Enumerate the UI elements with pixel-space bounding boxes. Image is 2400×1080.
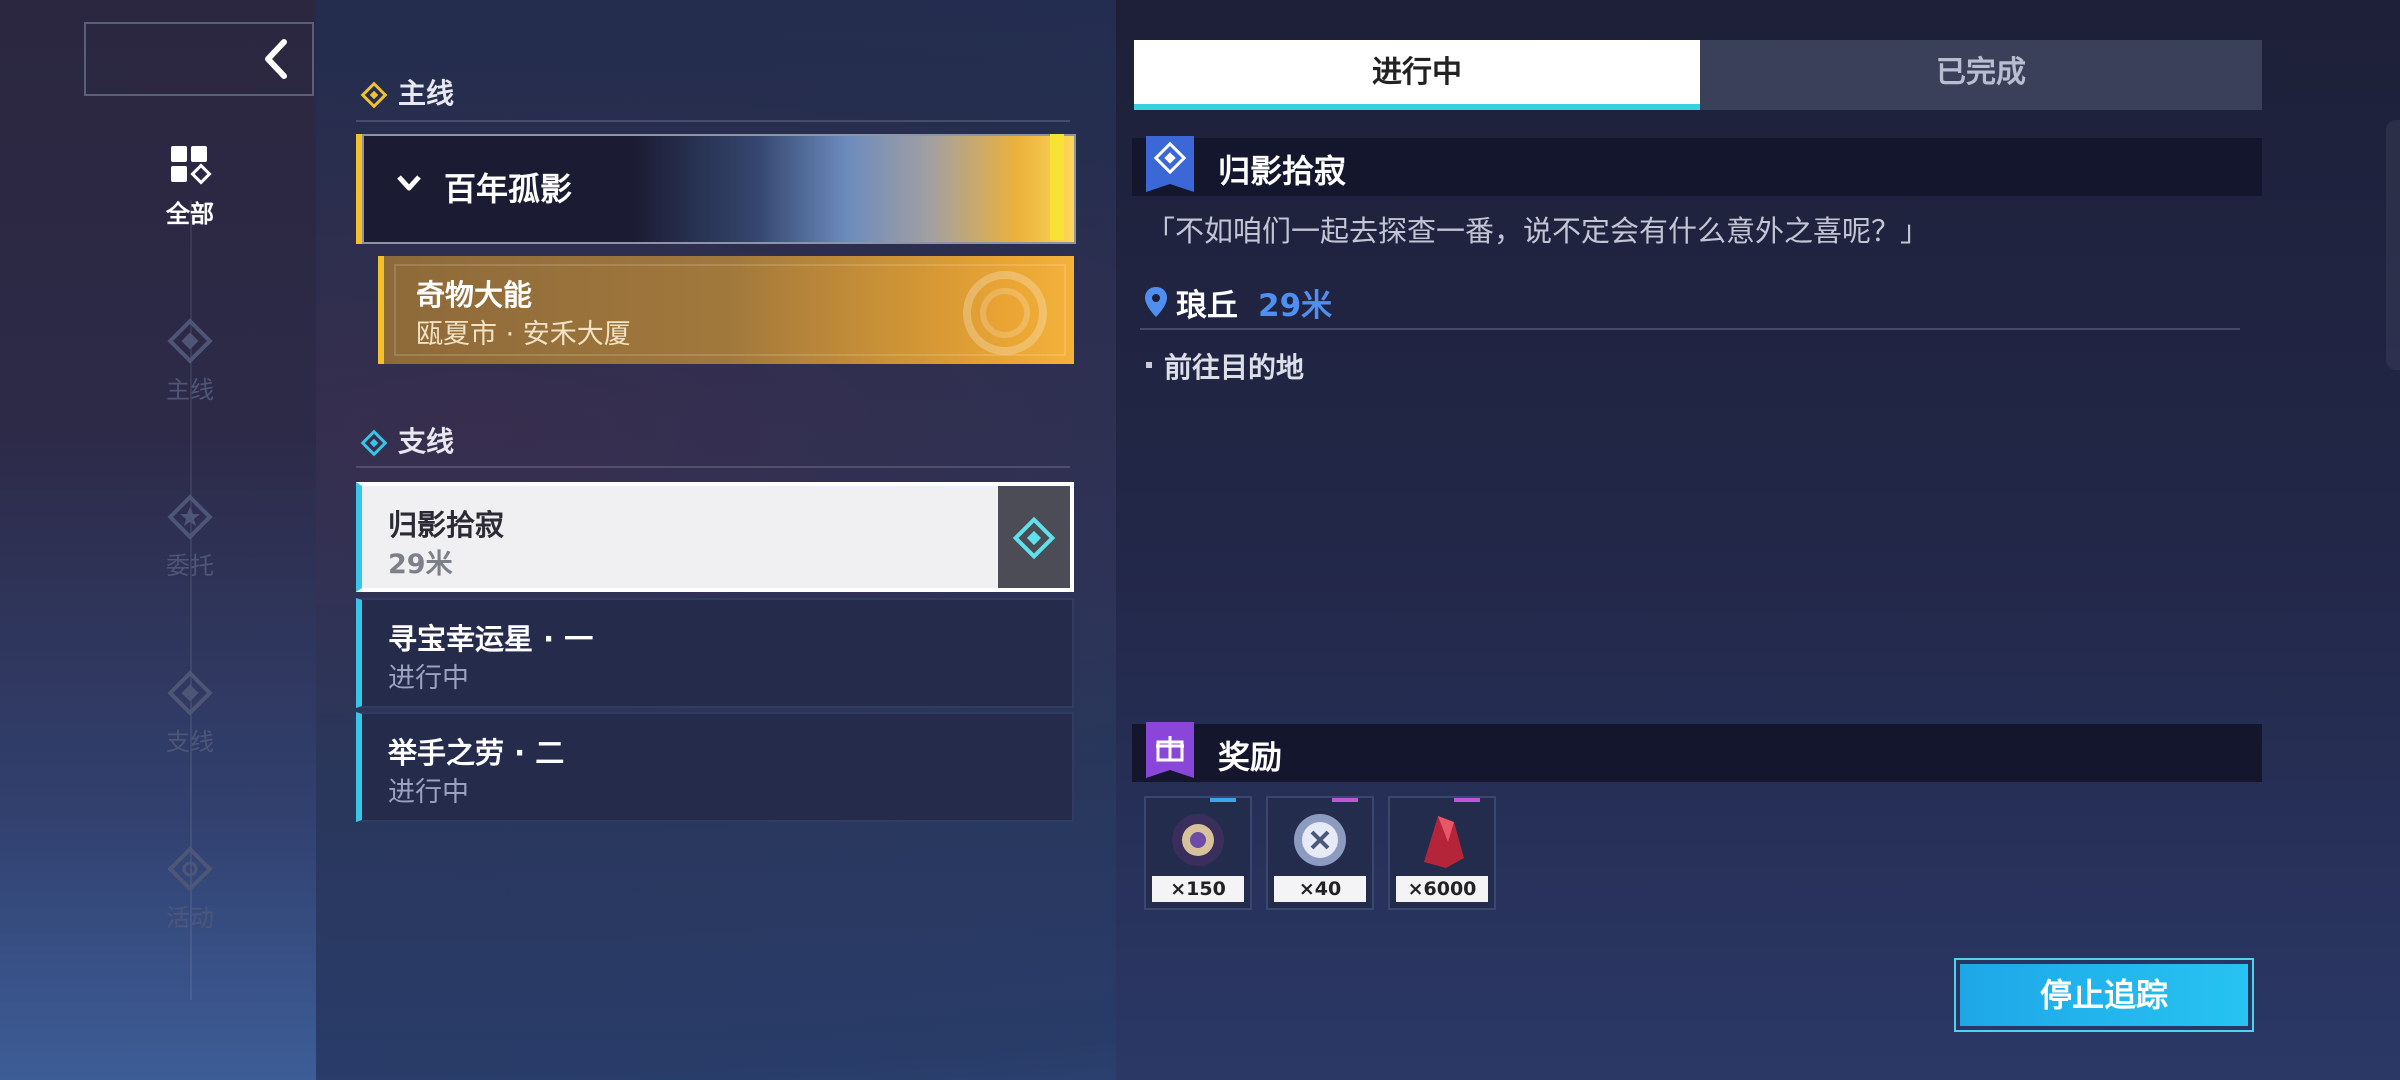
diamond-icon [167,318,213,364]
quest-distance: 29米 [388,549,453,580]
sidebar-item-label: 全部 [166,200,214,228]
quest-location: 瓯夏市 · 安禾大厦 [416,319,631,350]
emblem-icon [963,271,1047,355]
quest-title: 举手之劳 · 二 [388,736,565,770]
section-title: 支线 [398,425,455,458]
chevron-down-icon [397,175,421,191]
bullet-icon [1146,362,1152,368]
category-sidebar: 全部 主线 委托 支线 活动 [0,0,316,1080]
red-crystal-icon [1424,816,1464,868]
sidebar-item-label: 支线 [166,728,214,756]
diamond-icon [167,670,213,716]
divider [1140,328,2240,330]
quest-status: 进行中 [388,777,469,808]
gift-icon [1146,722,1194,778]
quest-detail-title: 归影拾寂 [1218,152,1347,190]
sidebar-item-side[interactable]: 支线 [140,668,240,757]
main-quest-group[interactable]: 百年孤影 [356,134,1076,244]
silver-medal-icon [1294,814,1346,866]
side-quest-item-selected[interactable]: 归影拾寂 29米 [356,482,1074,592]
diamond-icon [360,429,388,457]
sidebar-item-main[interactable]: 主线 [140,316,240,405]
side-quest-item[interactable]: 寻宝幸运星 · 一 进行中 [356,598,1074,708]
sidebar-item-label: 活动 [166,904,214,932]
reward-item[interactable]: ×40 [1266,796,1374,910]
stellar-jade-icon [1172,814,1224,866]
sidebar-item-label: 主线 [166,376,214,404]
panel-drawer-handle[interactable] [2386,120,2400,370]
sidebar-item-commission[interactable]: 委托 [140,492,240,581]
location-name: 琅丘 [1176,288,1238,324]
grid-icon [171,146,212,185]
reward-item[interactable]: ×6000 [1388,796,1496,910]
rewards-title-bar [1132,724,2262,782]
sidebar-item-label: 委托 [166,552,214,580]
location-pin-icon [1145,287,1167,317]
main-quest-item[interactable]: 奇物大能 瓯夏市 · 安禾大厦 [378,256,1074,364]
side-quest-item[interactable]: 举手之劳 · 二 进行中 [356,712,1074,822]
stop-tracking-button[interactable]: 停止追踪 [1954,958,2254,1032]
quest-objective: 前往目的地 [1164,351,1305,384]
quest-title: 寻宝幸运星 · 一 [388,622,594,656]
diamond-icon [360,81,388,109]
chevron-left-icon [265,39,287,79]
group-accent-bar [1050,134,1064,240]
sidebar-item-all[interactable]: 全部 [140,140,240,229]
tab-completed[interactable]: 已完成 [1700,40,2262,110]
tracking-diamond-icon [1012,516,1056,560]
tab-in-progress[interactable]: 进行中 [1134,40,1700,110]
main-section-header: 主线 [360,72,454,112]
quest-status: 进行中 [388,663,469,694]
reward-quantity: ×6000 [1396,876,1488,902]
divider [356,466,1070,468]
track-button[interactable] [998,486,1070,588]
reward-quantity: ×40 [1274,876,1366,902]
stop-tracking-label: 停止追踪 [1960,964,2248,1026]
quest-title: 归影拾寂 [388,508,505,542]
back-button[interactable] [84,22,314,96]
rewards-title: 奖励 [1218,738,1283,776]
reward-item[interactable]: ×150 [1144,796,1252,910]
quest-group-title: 百年孤影 [444,170,573,208]
reward-quantity: ×150 [1152,876,1244,902]
quest-title: 奇物大能 [416,278,533,312]
side-quest-badge-icon [1146,136,1194,192]
section-title: 主线 [398,77,455,110]
quest-quote: 「不如咱们一起去探查一番，说不定会有什么意外之喜呢？」 [1146,214,1930,248]
target-icon [167,846,213,892]
sidebar-item-event[interactable]: 活动 [140,844,240,933]
divider [356,120,1070,122]
star-badge-icon [167,494,213,540]
location-distance: 29米 [1258,288,1333,324]
side-section-header: 支线 [360,420,454,460]
